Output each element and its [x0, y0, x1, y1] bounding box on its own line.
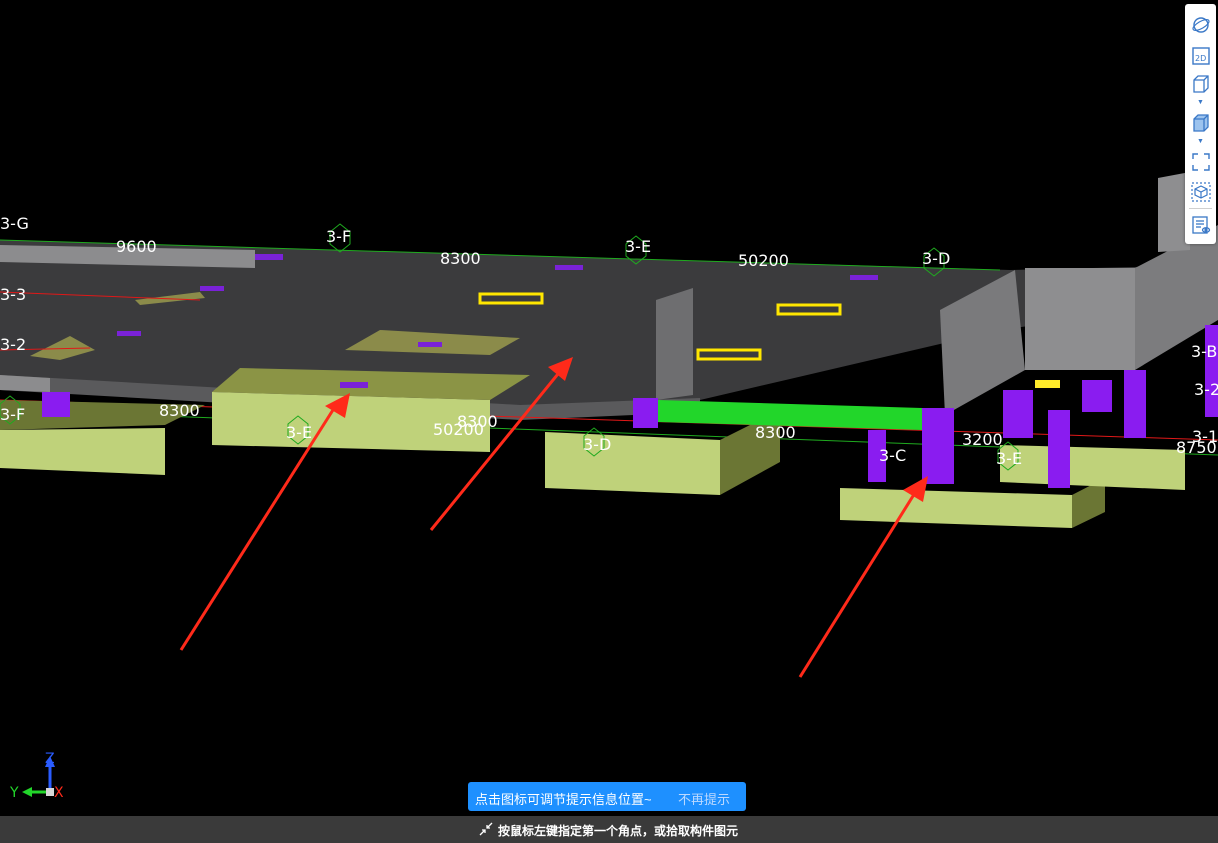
dimension-label: 8300 — [159, 401, 200, 420]
axis-x-label: X — [54, 785, 64, 801]
view-toolbar: 2D ▼ ▼ — [1185, 4, 1216, 244]
dimension-label: 8300 — [440, 249, 481, 268]
chevron-down-icon[interactable]: ▼ — [1197, 138, 1204, 145]
dimension-label: 8300 — [755, 423, 796, 442]
column-marker — [555, 265, 583, 270]
column-marker — [255, 254, 283, 260]
column[interactable] — [1205, 325, 1218, 417]
dimension-label: 50200 — [738, 251, 789, 270]
axis-label: 3-C — [879, 446, 906, 465]
column[interactable] — [1124, 370, 1146, 438]
wall-panel — [656, 288, 693, 400]
axis-y-label: Y — [9, 785, 19, 801]
wall-panel — [1025, 268, 1135, 370]
dimension-label: 3200 — [962, 430, 1003, 449]
dimension-label: 9600 — [116, 237, 157, 256]
column-marker — [340, 382, 368, 388]
axis-label: 3-F — [326, 227, 351, 246]
isolate-component-icon[interactable] — [1189, 180, 1212, 203]
column[interactable] — [1003, 390, 1033, 438]
orbit-icon[interactable] — [1189, 13, 1212, 36]
3d-solid-icon[interactable] — [1189, 111, 1212, 134]
axis-label: 3-E — [996, 449, 1022, 468]
cursor-pick-icon — [479, 822, 493, 836]
axis-label: 3-F — [0, 405, 25, 424]
dont-show-again-link[interactable]: 不再提示 — [678, 789, 730, 808]
axis-label: 3-D — [583, 435, 611, 454]
footing — [840, 488, 1072, 528]
axis-label: 3-2 — [0, 335, 26, 354]
axis-label: 3-D — [922, 249, 950, 268]
footing — [1000, 445, 1185, 490]
axis-triad: Z Y X — [9, 751, 64, 801]
column[interactable] — [1082, 380, 1112, 412]
column-marker — [117, 331, 141, 336]
axis-label: 3-B — [1191, 342, 1217, 361]
status-bar: 按鼠标左键指定第一个角点，或拾取构件图元 — [0, 816, 1218, 843]
dimension-label: 8750 — [1176, 438, 1217, 457]
3d-wireframe-icon[interactable] — [1189, 72, 1212, 95]
svg-text:2D: 2D — [1195, 54, 1206, 63]
column[interactable] — [1048, 410, 1070, 488]
column-marker — [850, 275, 878, 280]
footing — [545, 432, 720, 495]
axis-label: 3-3 — [0, 285, 26, 304]
yellow-element — [1035, 380, 1060, 388]
footing — [0, 428, 165, 475]
2d-view-icon[interactable]: 2D — [1189, 44, 1212, 67]
properties-list-icon[interactable] — [1189, 213, 1212, 236]
column[interactable] — [633, 398, 658, 428]
model-scene[interactable]: 3-G 3-F 3-E 3-D 3-B 3-3 3-2 3-F 3-E 3-D … — [0, 0, 1218, 816]
column[interactable] — [922, 408, 954, 484]
toolbar-divider — [1189, 208, 1212, 209]
axis-label: 3-2 — [1194, 380, 1218, 399]
axis-z-label: Z — [45, 751, 55, 767]
column-marker — [418, 342, 442, 347]
axis-label: 3-E — [625, 237, 651, 256]
chevron-down-icon[interactable]: ▼ — [1197, 99, 1204, 106]
column-marker — [200, 286, 224, 291]
column[interactable] — [42, 392, 70, 417]
3d-viewport[interactable]: 3-G 3-F 3-E 3-D 3-B 3-3 3-2 3-F 3-E 3-D … — [0, 0, 1218, 816]
dimension-label: 8300 — [457, 412, 498, 431]
tip-text: 点击图标可调节提示信息位置~ — [475, 792, 652, 807]
axis-label: 3-G — [0, 214, 29, 233]
fullscreen-icon[interactable] — [1189, 150, 1212, 173]
tip-banner[interactable]: 点击图标可调节提示信息位置~ 不再提示 — [468, 782, 746, 811]
axis-label: 3-E — [286, 423, 312, 442]
status-message: 按鼠标左键指定第一个角点，或拾取构件图元 — [498, 824, 739, 838]
